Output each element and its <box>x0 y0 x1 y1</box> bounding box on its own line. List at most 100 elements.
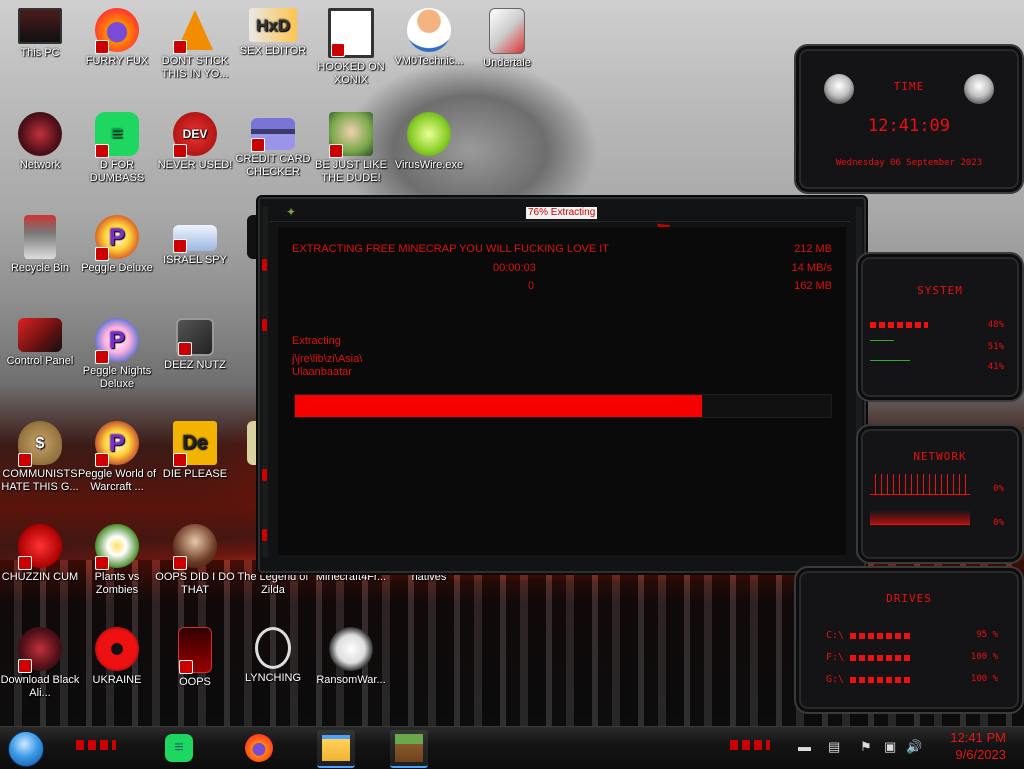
system-value-2: 51% <box>987 342 1004 352</box>
desktop-icon-credit-card-checker[interactable]: CREDIT CARD CHECKER <box>233 112 313 179</box>
drive-value-c: 95 % <box>976 630 998 640</box>
portrait-icon <box>173 524 217 570</box>
taskbar-clock[interactable]: 12:41 PM 9/6/2023 <box>950 729 1006 763</box>
desktop-icon-peggle-nights[interactable]: P Peggle Nights Deluxe <box>77 318 157 391</box>
shortcut-badge-icon <box>18 556 32 570</box>
time-gadget[interactable]: TIME 12:41:09 Wednesday 06 September 202… <box>794 44 1024 194</box>
rail-accent <box>262 259 267 271</box>
peggle-icon: P <box>95 215 139 261</box>
extractor-window[interactable]: ✦ 76% Extracting EXTRACTING FREE MINECRA… <box>258 197 866 573</box>
hxd-icon: HxD <box>249 8 297 42</box>
desktop-icon-viruswire[interactable]: VirusWire.exe <box>389 112 469 172</box>
taskbar-minecraft[interactable] <box>390 730 428 768</box>
shortcut-badge-icon <box>173 453 187 467</box>
minecraft-icon <box>395 734 423 762</box>
desktop-icon-ransomware[interactable]: RansomWar... <box>311 627 391 687</box>
tray-overflow-icon[interactable]: ▬ <box>798 739 811 754</box>
extractor-content: EXTRACTING FREE MINECRAP YOU WILL FUCKIN… <box>278 227 846 555</box>
desktop-icon-hooked-on-xonix[interactable]: HOOKED ON XONIX <box>311 8 391 87</box>
desktop-icon-peggle-world-of-warcraft[interactable]: P Peggle World of Warcraft ... <box>77 421 157 494</box>
icon-label: NEVER USED! <box>157 159 233 171</box>
drives-gadget[interactable]: DRIVES C:\ 95 % F:\ 100 % G:\ 100 % <box>794 566 1024 714</box>
clock-date: 9/6/2023 <box>955 747 1006 762</box>
radiation-icon <box>95 627 139 671</box>
desktop-icon-d-for-dumbass[interactable]: ≡ D FOR DUMBASS <box>77 112 157 185</box>
icon-label: DIE PLEASE <box>162 468 228 480</box>
desktop-icon-dont-stick[interactable]: DONT STICK THIS IN YO... <box>155 8 235 81</box>
desktop-icon-control-panel[interactable]: Control Panel <box>0 318 80 368</box>
shortcut-badge-icon <box>18 453 32 467</box>
taskbar-file-explorer[interactable] <box>317 730 355 768</box>
tray-app-icon[interactable]: ▤ <box>828 739 840 755</box>
desktop-icon-furry-fux[interactable]: FURRY FUX <box>77 8 157 68</box>
taskbar-spotify[interactable]: ≡ <box>160 730 198 766</box>
icon-label: Control Panel <box>6 355 74 367</box>
desktop-icon-this-pc[interactable]: This PC <box>0 8 80 60</box>
spotify-like-icon: ≡ <box>95 112 139 158</box>
network-icon[interactable]: ▣ <box>884 739 896 755</box>
icon-label: HOOKED ON XONIX <box>317 61 385 86</box>
firefox-icon <box>95 8 139 54</box>
recycle-bin-icon <box>24 215 56 259</box>
rail-accent <box>262 469 267 481</box>
system-gadget[interactable]: SYSTEM 48% 51% 41% <box>856 252 1024 402</box>
system-header: SYSTEM <box>917 284 963 297</box>
desktop-icon-network[interactable]: Network <box>0 112 80 172</box>
desktop-icon-lynching[interactable]: LYNCHING <box>233 627 313 685</box>
taskbar-firefox[interactable] <box>240 730 278 766</box>
current-path-line2: Ulaanbaatar <box>292 366 352 378</box>
desktop-icon-oops-did-i[interactable]: OOPS DID I DO THAT <box>155 524 235 597</box>
tray-flag-icon[interactable]: ⚑ <box>860 739 872 755</box>
icon-label: This PC <box>20 47 60 59</box>
alien-head-icon <box>18 112 62 156</box>
desktop-icon-recycle-bin[interactable]: Recycle Bin <box>0 215 80 275</box>
shortcut-badge-icon <box>95 453 109 467</box>
undertale-icon <box>489 8 525 54</box>
santa-icon <box>329 112 373 158</box>
desktop-icon-peggle-deluxe[interactable]: P Peggle Deluxe <box>77 215 157 275</box>
desktop-icon-ukraine[interactable]: UKRAINE <box>77 627 157 687</box>
desktop-icon-vm0technic[interactable]: VM0Technic... <box>389 8 469 68</box>
desktop-icon-never-used[interactable]: DEV NEVER USED! <box>155 112 235 172</box>
icon-label: The Legend of Zilda <box>237 571 309 596</box>
peggle-icon: P <box>95 318 139 364</box>
extract-heading: EXTRACTING FREE MINECRAP YOU WILL FUCKIN… <box>292 243 610 255</box>
icon-label: CREDIT CARD CHECKER <box>235 153 311 178</box>
desktop-icon-chuzzin[interactable]: CHUZZIN CUM <box>0 524 80 584</box>
desktop-icon-israel-spy[interactable]: ISRAEL SPY <box>155 215 235 267</box>
ram-graph-line <box>870 360 910 361</box>
shortcut-badge-icon <box>251 138 265 152</box>
shortcut-badge-icon <box>95 350 109 364</box>
desktop-icon-communists[interactable]: $ COMMUNISTS HATE THIS G... <box>0 421 80 494</box>
skull-icon <box>329 627 373 671</box>
desktop-icon-die-please[interactable]: De DIE PLEASE <box>155 421 235 481</box>
network-gadget[interactable]: NETWORK 0% 0% <box>856 424 1024 564</box>
progress-bar <box>294 394 832 418</box>
desktop-icon-plants-vs-zombies[interactable]: Plants vs Zombies <box>77 524 157 597</box>
shortcut-badge-icon <box>179 660 193 674</box>
start-button[interactable] <box>8 731 44 767</box>
icon-label: Network <box>19 159 61 171</box>
drive-bar-g <box>850 677 910 683</box>
desktop-icon-undertale[interactable]: Undertale <box>467 8 547 70</box>
volume-icon[interactable]: 🔊 <box>906 739 922 755</box>
icon-label: FURRY FUX <box>85 55 149 67</box>
desktop-icon-sex-editor[interactable]: HxD SEX EDITOR <box>233 8 313 58</box>
icon-label: Peggle World of Warcraft ... <box>77 468 157 493</box>
shortcut-badge-icon <box>95 40 109 54</box>
ram-graph-line <box>870 340 894 341</box>
icon-label: OOPS DID I DO THAT <box>155 571 235 596</box>
icon-label: SEX EDITOR <box>239 45 307 57</box>
icon-label: Undertale <box>483 57 531 69</box>
icon-label: Peggle Nights Deluxe <box>82 365 152 390</box>
desktop-icon-be-just-like-the-dude[interactable]: BE JUST LIKE THE DUDE! <box>311 112 391 185</box>
taskbar-accent <box>730 740 770 750</box>
current-path-line1: j\jre\lib\zi\Asia\ <box>292 353 363 365</box>
desktop-icon-download-black-ali[interactable]: Download Black Ali... <box>0 627 80 700</box>
desktop-icon-oops[interactable]: OOPS <box>155 627 235 689</box>
time-clock: 12:41:09 <box>868 116 950 136</box>
taskbar-accent <box>76 740 116 750</box>
shortcut-badge-icon <box>18 659 32 673</box>
icon-label: VirusWire.exe <box>394 159 464 171</box>
desktop-icon-deez-nutz[interactable]: DEEZ NUTZ <box>155 318 235 372</box>
